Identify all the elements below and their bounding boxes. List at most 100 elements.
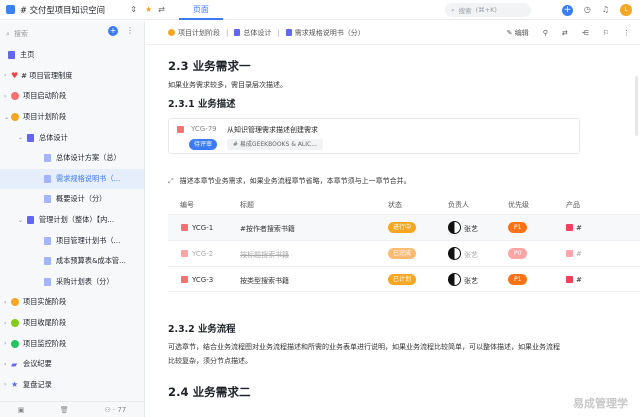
star-icon: ★ <box>11 380 19 390</box>
description-line: ⤢ 描述本章节业务需求，如果业务流程章节省略，本章节须与上一章节合并。 <box>168 176 411 186</box>
space-icon <box>6 5 15 14</box>
chevron-right-icon[interactable]: › <box>4 381 6 388</box>
row-title[interactable]: 按标题搜索书籍 <box>240 250 289 260</box>
row-title[interactable]: #按作者搜索书籍 <box>240 224 295 234</box>
space-switcher[interactable]: # 交付型项目知识空间 ⇕ <box>0 0 145 20</box>
breadcrumb-separator: | <box>226 28 229 37</box>
more-icon[interactable]: ⋮ <box>623 29 630 37</box>
sidebar-item-requirements-spec[interactable]: 需求规格说明书（... <box>0 168 144 190</box>
clock-icon[interactable]: ◷ <box>584 6 591 14</box>
heading-2-3: 2.3 业务需求一 <box>168 59 251 73</box>
priority-badge[interactable]: P1 <box>508 222 528 233</box>
swap-icon[interactable]: ⇄ <box>562 29 568 37</box>
chevron-right-icon[interactable]: › <box>4 361 6 368</box>
chevron-right-icon[interactable]: › <box>4 72 6 79</box>
sidebar-item-monitoring-phase[interactable]: › 项目监控阶段 <box>0 333 144 354</box>
chevron-right-icon[interactable]: › <box>4 340 6 347</box>
sidebar-item-plan-phase[interactable]: ⌄ 项目计划阶段 <box>0 107 144 128</box>
trash-icon[interactable]: 🗑 <box>60 406 69 414</box>
doc-icon <box>44 277 51 286</box>
sidebar-item-closing-phase[interactable]: › 项目收尾阶段 <box>0 313 144 334</box>
row-product: # <box>576 276 582 284</box>
more-icon[interactable]: ⋮ <box>126 27 134 35</box>
phase-icon <box>11 92 19 101</box>
home-icon <box>8 51 15 60</box>
sidebar-item-home[interactable]: 主页 <box>0 45 144 66</box>
doc-icon <box>27 133 34 142</box>
status-badge[interactable]: 进行中 <box>388 222 417 233</box>
expand-icon[interactable]: ⤢ <box>168 177 174 186</box>
link-icon[interactable]: ⚲ <box>543 29 548 37</box>
members-button[interactable]: ⚇ · 77 <box>104 406 126 414</box>
priority-badge[interactable]: P0 <box>508 248 528 259</box>
row-owner: 张艺 <box>464 251 478 259</box>
sidebar-item-procurement[interactable]: 采购计划表（分） <box>0 272 144 293</box>
sidebar-item-design-plan[interactable]: 总体设计方案（总） <box>0 148 144 169</box>
row-title[interactable]: 按类型搜索书籍 <box>240 276 289 286</box>
table-row[interactable]: YCG-3 按类型搜索书籍 已计划 张艺 P1 # <box>168 266 640 292</box>
requirement-icon <box>181 276 188 283</box>
card-id: YCG-79 <box>191 125 217 133</box>
phase-icon <box>11 319 19 328</box>
chevron-right-icon[interactable]: › <box>4 93 6 100</box>
star-icon[interactable]: ★ <box>145 5 152 14</box>
requirement-icon <box>177 126 184 133</box>
bell-icon[interactable]: ♫ <box>602 6 609 14</box>
sidebar-item-overall-design[interactable]: ⌄ 总体设计 <box>0 127 144 148</box>
status-badge[interactable]: 待评审 <box>189 139 218 150</box>
sidebar-item-management-plan[interactable]: ⌄ 管理计划（整体）【内... <box>0 210 144 231</box>
page-actions: ✎ 编辑 ⚲ ⇄ ⋲ ⚐ ⋮ <box>507 21 630 45</box>
doc-icon <box>285 29 292 36</box>
status-badge[interactable]: 已计划 <box>388 274 417 285</box>
edit-button[interactable]: ✎ 编辑 <box>507 28 529 38</box>
scrollbar[interactable] <box>635 76 638 136</box>
search-icon: ⌕ <box>6 29 10 38</box>
doc-icon <box>44 174 51 183</box>
sidebar-item-execution-phase[interactable]: › 项目实施阶段 <box>0 292 144 313</box>
image-icon[interactable]: ▣ <box>18 406 25 414</box>
watermark: 易成管理学 <box>573 397 628 410</box>
chevron-down-icon[interactable]: ⌄ <box>18 217 23 224</box>
col-header-product: 产品 <box>566 201 580 209</box>
sidebar-item-management-rules[interactable]: › ♥ # 项目管理制度 <box>0 66 144 87</box>
priority-badge[interactable]: P1 <box>508 274 528 285</box>
swap-icon[interactable]: ⇄ <box>158 5 165 14</box>
sidebar-item-cost-budget[interactable]: 成本预算表&成本管... <box>0 251 144 272</box>
breadcrumb-separator: | <box>277 28 280 37</box>
breadcrumb-item-current[interactable]: 需求规格说明书（分） <box>285 28 365 38</box>
requirement-card[interactable]: YCG-79 从知识管理需求描述创建需求 待评审 # 易成GEEKBOOKS &… <box>168 118 580 154</box>
breadcrumb-item-overall-design[interactable]: 总体设计 <box>234 28 271 38</box>
top-tools: ★ ⇄ 页面 <box>145 0 223 20</box>
chevron-down-icon[interactable]: ⌄ <box>4 114 9 121</box>
col-header-title: 标题 <box>240 201 254 209</box>
doc-icon <box>27 216 34 225</box>
chevron-right-icon[interactable]: › <box>4 299 6 306</box>
add-page-icon[interactable]: + <box>108 26 118 36</box>
avatar <box>448 273 461 286</box>
global-search-input[interactable]: ⌕ 搜索 (⌘+K) <box>445 3 531 17</box>
sidebar-item-start-phase[interactable]: › 项目启动阶段 <box>0 86 144 107</box>
switch-icon[interactable]: ⇕ <box>130 5 137 14</box>
status-badge[interactable]: 已完成 <box>388 248 417 259</box>
tab-page[interactable]: 页面 <box>178 0 223 20</box>
sidebar-item-meeting-notes[interactable]: › ▰ 会议纪要 <box>0 354 144 375</box>
search-placeholder: 搜索 <box>458 7 472 15</box>
phase-icon <box>168 29 175 36</box>
sidebar-item-retrospective[interactable]: › ★ 复盘记录 <box>0 375 144 396</box>
chevron-right-icon[interactable]: › <box>4 320 6 327</box>
requirement-icon <box>181 224 188 231</box>
table-row[interactable]: YCG-2 按标题搜索书籍 已完成 张艺 P0 # <box>168 240 640 266</box>
create-icon[interactable]: + <box>561 4 573 16</box>
chevron-down-icon[interactable]: ⌄ <box>18 134 23 141</box>
bookmark-icon[interactable]: ⚐ <box>603 29 609 37</box>
sidebar-item-project-plan[interactable]: 项目管理计划书（... <box>0 230 144 251</box>
search-icon: ⌕ <box>451 5 455 14</box>
sidebar-footer: ▣ 🗑 ⚇ · 77 <box>0 401 144 417</box>
product-tag[interactable]: # 易成GEEKBOOKS & ALIC... <box>227 139 323 150</box>
share-icon[interactable]: ⋲ <box>582 29 589 37</box>
sidebar-item-outline-design[interactable]: 概要设计（分） <box>0 189 144 210</box>
row-id: YCG-1 <box>192 224 214 232</box>
user-avatar[interactable]: L <box>620 4 632 16</box>
table-row[interactable]: YCG-1 #按作者搜索书籍 进行中 张艺 P1 # <box>168 214 640 240</box>
breadcrumb-item-plan-phase[interactable]: 项目计划阶段 <box>168 28 220 38</box>
